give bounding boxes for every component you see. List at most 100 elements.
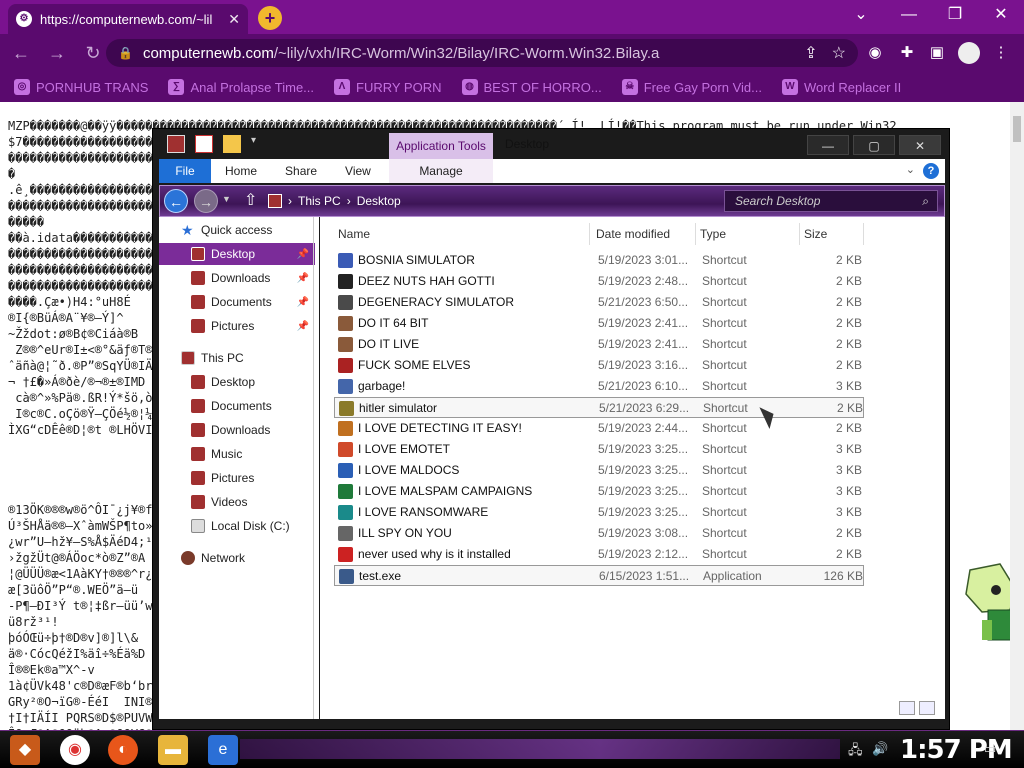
bookmark-item[interactable]: Λ FURRY PORN	[334, 79, 442, 95]
file-row[interactable]: test.exe 6/15/2023 1:51... Application 126 …	[334, 565, 864, 586]
tab-home[interactable]: Home	[211, 159, 271, 183]
share-icon[interactable]: ⇪	[804, 43, 817, 63]
bookmark-item[interactable]: W Word Replacer II	[781, 79, 901, 95]
sidebar-item-music[interactable]: Music	[159, 443, 315, 465]
profile-avatar[interactable]	[958, 42, 980, 64]
maximize-icon[interactable]: ▢	[853, 135, 895, 155]
properties-icon[interactable]	[195, 135, 213, 153]
search-input[interactable]: Search Desktop ⌕	[724, 190, 938, 212]
column-header-date[interactable]: Date modified	[592, 223, 696, 245]
new-folder-icon[interactable]	[223, 135, 241, 153]
file-row[interactable]: I LOVE DETECTING IT EASY! 5/19/2023 2:44.…	[334, 418, 864, 439]
breadcrumb-desktop[interactable]: Desktop	[357, 194, 401, 208]
file-explorer-icon[interactable]: ▬	[158, 735, 188, 765]
minimize-icon[interactable]: —	[807, 135, 849, 155]
chrome-icon[interactable]: ◉	[60, 735, 90, 765]
restore-icon[interactable]: ❐	[932, 0, 978, 30]
chevron-down-icon[interactable]: ⌄	[838, 0, 884, 30]
close-icon[interactable]: ✕	[899, 135, 941, 155]
page-scrollbar[interactable]	[1010, 102, 1024, 730]
file-size: 2 KB	[835, 253, 862, 267]
large-icons-view-icon[interactable]	[919, 701, 935, 715]
file-row[interactable]: I LOVE EMOTET 5/19/2023 3:25... Shortcut 3 …	[334, 439, 864, 460]
bookmark-star-icon[interactable]: ☆	[832, 43, 846, 63]
bookmark-item[interactable]: ◎ PORNHUB TRANS	[14, 79, 148, 95]
file-row[interactable]: I LOVE MALDOCS 5/19/2023 3:25... Shortcut 3…	[334, 460, 864, 481]
new-tab-button[interactable]: +	[258, 6, 282, 30]
extension-avatar-icon[interactable]: ◉	[864, 42, 886, 64]
file-row[interactable]: DO IT 64 BIT 5/19/2023 2:41... Shortcut 2 K…	[334, 313, 864, 334]
details-view-icon[interactable]	[899, 701, 915, 715]
column-header-type[interactable]: Type	[696, 223, 800, 245]
file-row[interactable]: I LOVE MALSPAM CAMPAIGNS 5/19/2023 3:25..…	[334, 481, 864, 502]
side-panel-icon[interactable]: ▣	[926, 42, 948, 64]
address-bar[interactable]: 🔒 computernewb.com/~lily/vxh/IRC-Worm/Wi…	[106, 39, 858, 67]
sidebar-item-network[interactable]: Network	[159, 547, 315, 569]
sidebar-item-downloads-pc[interactable]: Downloads	[159, 419, 315, 441]
chevron-right-icon[interactable]: ›	[347, 194, 351, 208]
sidebar-item-this-pc[interactable]: This PC	[159, 347, 315, 369]
tab-share[interactable]: Share	[271, 159, 331, 183]
file-row[interactable]: never used why is it installed 5/19/2023 …	[334, 544, 864, 565]
forward-icon[interactable]: →	[42, 38, 72, 68]
sidebar-item-local-disk[interactable]: Local Disk (C:)	[159, 515, 315, 537]
minimize-icon[interactable]: —	[886, 0, 932, 30]
close-tab-icon[interactable]: ✕	[228, 11, 240, 28]
window-icon[interactable]	[167, 135, 185, 153]
file-row[interactable]: DO IT LIVE 5/19/2023 2:41... Shortcut 2 KB	[334, 334, 864, 355]
help-icon[interactable]: ?	[923, 163, 939, 179]
close-window-icon[interactable]: ✕	[978, 0, 1024, 30]
edge-icon[interactable]: e	[208, 735, 238, 765]
start-button-icon[interactable]: ◆	[10, 735, 40, 765]
expand-ribbon-icon[interactable]: ⌄	[906, 163, 915, 176]
lock-icon[interactable]: 🔒	[118, 46, 133, 60]
file-row[interactable]: hitler simulator 5/21/2023 6:29... Shortcu…	[334, 397, 864, 418]
notifications-icon[interactable]: ▭	[984, 741, 996, 757]
pane-divider[interactable]	[313, 217, 314, 719]
file-row[interactable]: BOSNIA SIMULATOR 5/19/2023 3:01... Shortcu…	[334, 250, 864, 271]
bookmark-item[interactable]: ∑ Anal Prolapse Time...	[168, 79, 314, 95]
qat-dropdown-icon[interactable]: ▾	[251, 135, 261, 153]
sidebar-item-desktop-pc[interactable]: Desktop	[159, 371, 315, 393]
extensions-puzzle-icon[interactable]: ✚	[896, 42, 918, 64]
breadcrumb-this-pc[interactable]: This PC	[298, 194, 341, 208]
sidebar-item-videos[interactable]: Videos	[159, 491, 315, 513]
recent-locations-icon[interactable]: ▼	[222, 194, 231, 204]
tab-manage[interactable]: Manage	[389, 159, 493, 183]
file-row[interactable]: ILL SPY ON YOU 5/19/2023 3:08... Shortcut 2…	[334, 523, 864, 544]
up-folder-icon[interactable]: ⇧	[244, 190, 257, 210]
bookmark-item[interactable]: ◍ BEST OF HORRO...	[461, 79, 602, 95]
sidebar-item-documents[interactable]: Documents 📌	[159, 291, 315, 313]
file-row[interactable]: DEEZ NUTS HAH GOTTI 5/19/2023 2:48... Shor…	[334, 271, 864, 292]
reload-icon[interactable]: ↻	[78, 38, 108, 68]
browser-tab[interactable]: ⚙ https://computernewb.com/~lil ✕	[8, 4, 248, 34]
tab-view[interactable]: View	[331, 159, 385, 183]
bookmark-item[interactable]: ☠ Free Gay Porn Vid...	[621, 79, 762, 95]
chevron-right-icon[interactable]: ›	[288, 194, 292, 208]
sidebar-item-pictures-pc[interactable]: Pictures	[159, 467, 315, 489]
volume-icon[interactable]: 🔊	[872, 741, 888, 757]
column-header-size[interactable]: Size	[800, 223, 864, 245]
sidebar-item-quick-access[interactable]: ★ Quick access	[159, 219, 315, 241]
search-icon[interactable]: ⌕	[922, 191, 929, 211]
menu-dots-icon[interactable]: ⋮	[990, 42, 1012, 64]
file-row[interactable]: I LOVE RANSOMWARE 5/19/2023 3:25... Shortc…	[334, 502, 864, 523]
sidebar-item-documents-pc[interactable]: Documents	[159, 395, 315, 417]
file-row[interactable]: FUCK SOME ELVES 5/19/2023 3:16... Shortcut…	[334, 355, 864, 376]
bookmark-label: PORNHUB TRANS	[36, 79, 149, 95]
scrollbar-thumb[interactable]	[1013, 116, 1021, 142]
tab-file[interactable]: File	[159, 159, 211, 183]
sidebar-item-desktop[interactable]: Desktop 📌	[159, 243, 315, 265]
back-icon[interactable]: ←	[6, 38, 36, 68]
sidebar-item-downloads[interactable]: Downloads 📌	[159, 267, 315, 289]
file-row[interactable]: DEGENERACY SIMULATOR 5/21/2023 6:50... Sho…	[334, 292, 864, 313]
application-tools-tab[interactable]: Application Tools	[389, 133, 493, 159]
back-button[interactable]: ←	[164, 189, 188, 213]
forward-button[interactable]: →	[194, 189, 218, 213]
sidebar-item-pictures[interactable]: Pictures 📌	[159, 315, 315, 337]
breadcrumb[interactable]: › This PC › Desktop	[268, 190, 708, 212]
firefox-icon[interactable]: ◐	[108, 735, 138, 765]
file-row[interactable]: garbage! 5/21/2023 6:10... Shortcut 3 KB	[334, 376, 864, 397]
column-header-name[interactable]: Name	[334, 223, 590, 245]
network-tray-icon[interactable]: 🖧	[848, 741, 863, 763]
